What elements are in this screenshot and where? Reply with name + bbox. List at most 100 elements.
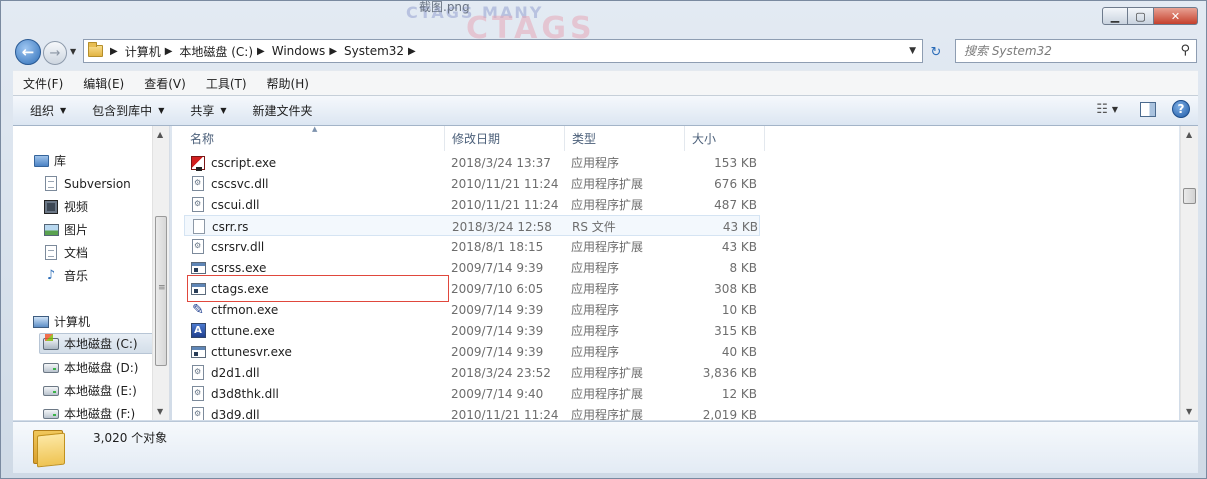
nav-libraries[interactable]: 库: [33, 150, 169, 171]
forward-button[interactable]: →: [43, 41, 67, 65]
include-in-library-label: 包含到库中: [92, 104, 153, 118]
column-name[interactable]: 名称: [183, 126, 445, 151]
nav-item-subversion[interactable]: Subversion: [43, 173, 169, 194]
file-name-cell: csrr.rs: [191, 216, 445, 237]
file-name-cell: ✎ ctfmon.exe: [190, 299, 444, 320]
file-size: 487 KB: [714, 197, 757, 212]
file-name-cell: cscui.dll: [190, 194, 444, 215]
breadcrumb-separator-icon[interactable]: ▶: [165, 46, 173, 57]
file-name: d3d8thk.dll: [211, 386, 279, 401]
file-row[interactable]: d3d8thk.dll 2009/7/14 9:40 应用程序扩展 12 KB: [184, 383, 760, 404]
file-row[interactable]: csrsrv.dll 2018/8/1 18:15 应用程序扩展 43 KB: [184, 236, 760, 257]
menu-view[interactable]: 查看(V): [134, 75, 196, 92]
file-list: ▲ 名称 修改日期 类型 大小 cscript.exe 2018/3/24 13:…: [172, 126, 1179, 420]
views-icon[interactable]: ☷: [1096, 102, 1108, 117]
nav-drive-c[interactable]: 本地磁盘 (C:): [39, 333, 159, 354]
file-scrollbar[interactable]: ▲ ▼: [1180, 126, 1198, 420]
file-size: 153 KB: [714, 155, 757, 170]
new-folder-button[interactable]: 新建文件夹: [244, 102, 322, 119]
file-type: RS 文件: [572, 220, 616, 234]
file-type: 应用程序扩展: [571, 198, 644, 212]
scroll-down-icon[interactable]: ▼: [1186, 407, 1192, 416]
menu-help[interactable]: 帮助(H): [257, 75, 319, 92]
nav-drive-e[interactable]: 本地磁盘 (E:): [43, 380, 169, 401]
file-row[interactable]: csrss.exe 2009/7/14 9:39 应用程序 8 KB: [184, 257, 760, 278]
dll-icon: [190, 386, 206, 402]
minimize-button[interactable]: ▁: [1102, 7, 1128, 25]
search-box[interactable]: ⚲: [955, 39, 1197, 63]
scroll-up-icon[interactable]: ▲: [1186, 130, 1192, 139]
column-type[interactable]: 类型: [565, 126, 685, 151]
breadcrumb-separator-icon[interactable]: ▶: [329, 46, 337, 57]
file-row[interactable]: cscsvc.dll 2010/11/21 11:24 应用程序扩展 676 KB: [184, 173, 760, 194]
nav-drive-label: 本地磁盘 (C:): [64, 337, 138, 351]
nav-scroll-thumb[interactable]: ≡: [155, 216, 167, 366]
file-row[interactable]: d3d9.dll 2010/11/21 11:24 应用程序扩展 2,019 KB: [184, 404, 760, 420]
back-button[interactable]: ←: [15, 39, 41, 65]
refresh-button[interactable]: ↻: [925, 41, 947, 63]
nav-item-label: 视频: [64, 200, 89, 214]
column-date[interactable]: 修改日期: [445, 126, 565, 151]
scroll-down-icon[interactable]: ▼: [157, 407, 163, 416]
file-date: 2010/11/21 11:24: [451, 197, 559, 212]
nav-libraries-label: 库: [54, 154, 67, 168]
file-row[interactable]: cttunesvr.exe 2009/7/14 9:39 应用程序 40 KB: [184, 341, 760, 362]
title-bar[interactable]: CTAGS MANY CTAGS 截图.png ▁ ▢ ✕: [1, 0, 1206, 46]
file-date: 2009/7/14 9:39: [451, 323, 544, 338]
include-in-library-button[interactable]: 包含到库中 ▼: [83, 102, 173, 119]
nav-drive-label: 本地磁盘 (F:): [64, 407, 136, 420]
file-name: cscript.exe: [211, 155, 277, 170]
address-dropdown-icon[interactable]: ▼: [909, 46, 916, 56]
file-type: 应用程序: [571, 282, 620, 296]
search-icon[interactable]: ⚲: [1180, 43, 1190, 58]
preview-pane-icon[interactable]: [1140, 101, 1156, 117]
nav-item-documents[interactable]: 文档: [43, 242, 169, 263]
close-button[interactable]: ✕: [1154, 7, 1198, 25]
scroll-up-icon[interactable]: ▲: [157, 130, 163, 139]
address-bar[interactable]: ▶ 计算机 ▶ 本地磁盘 (C:) ▶ Windows ▶ System32 ▶…: [83, 39, 923, 63]
breadcrumb-separator-icon[interactable]: ▶: [408, 46, 416, 57]
library-icon: [33, 153, 49, 169]
font-icon: A: [190, 323, 206, 339]
file-scroll-thumb[interactable]: [1183, 188, 1196, 204]
file-row[interactable]: Acttune.exe 2009/7/14 9:39 应用程序 315 KB: [184, 320, 760, 341]
nav-item-music[interactable]: ♪ 音乐: [43, 265, 169, 286]
file-date: 2009/7/14 9:39: [451, 260, 544, 275]
file-row[interactable]: cscript.exe 2018/3/24 13:37 应用程序 153 KB: [184, 152, 760, 173]
organize-button[interactable]: 组织 ▼: [21, 102, 75, 119]
file-row[interactable]: ✎ ctfmon.exe 2009/7/14 9:39 应用程序 10 KB: [184, 299, 760, 320]
file-row[interactable]: csrr.rs 2018/3/24 12:58 RS 文件 43 KB: [184, 215, 760, 236]
exe-icon: [190, 260, 206, 276]
views-dropdown-icon[interactable]: ▼: [1112, 105, 1118, 114]
file-row[interactable]: cscui.dll 2010/11/21 11:24 应用程序扩展 487 KB: [184, 194, 760, 215]
share-button[interactable]: 共享 ▼: [181, 102, 235, 119]
search-input[interactable]: [964, 40, 1164, 62]
history-dropdown-icon[interactable]: ▼: [70, 47, 76, 56]
nav-item-pictures[interactable]: 图片: [43, 219, 169, 240]
menu-tools[interactable]: 工具(T): [196, 75, 257, 92]
document-icon: [43, 176, 59, 192]
breadcrumb-separator-icon[interactable]: ▶: [110, 46, 118, 57]
chevron-down-icon: ▼: [60, 106, 67, 115]
breadcrumb-drive-c[interactable]: 本地磁盘 (C:): [179, 43, 253, 60]
breadcrumb-computer[interactable]: 计算机: [125, 43, 161, 60]
breadcrumb-windows[interactable]: Windows: [272, 44, 326, 58]
breadcrumb-system32[interactable]: System32: [344, 44, 404, 58]
nav-computer[interactable]: 计算机: [33, 311, 169, 332]
maximize-button[interactable]: ▢: [1128, 7, 1154, 25]
file-row[interactable]: d2d1.dll 2018/3/24 23:52 应用程序扩展 3,836 KB: [184, 362, 760, 383]
file-date: 2009/7/14 9:40: [451, 386, 544, 401]
folder-icon: [33, 428, 67, 468]
file-row[interactable]: ctags.exe 2009/7/10 6:05 应用程序 308 KB: [184, 278, 760, 299]
column-size[interactable]: 大小: [685, 126, 765, 151]
file-size: 315 KB: [714, 323, 757, 338]
help-icon[interactable]: ?: [1172, 100, 1190, 118]
menu-edit[interactable]: 编辑(E): [73, 75, 134, 92]
menu-file[interactable]: 文件(F): [13, 75, 73, 92]
breadcrumb-separator-icon[interactable]: ▶: [257, 46, 265, 57]
nav-drive-f[interactable]: 本地磁盘 (F:): [43, 403, 169, 420]
nav-drive-d[interactable]: 本地磁盘 (D:): [43, 357, 169, 378]
file-type: 应用程序: [571, 156, 620, 170]
nav-scrollbar[interactable]: ▲ ≡ ▼: [152, 126, 169, 420]
nav-item-videos[interactable]: 视频: [43, 196, 169, 217]
